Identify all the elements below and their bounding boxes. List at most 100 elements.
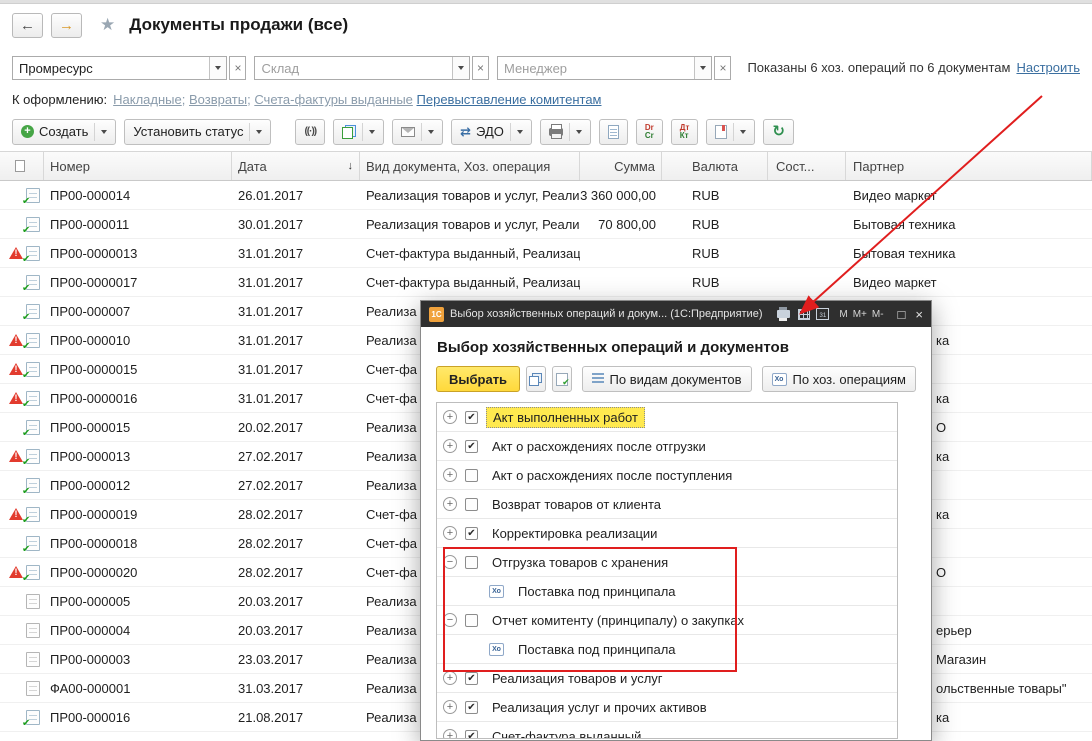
warehouse-dropdown-button[interactable] [451,57,469,79]
header-number[interactable]: Номер [44,152,232,180]
operation-checkbox[interactable]: ✔ [465,671,478,685]
expand-icon[interactable]: + [443,410,457,424]
manager-clear-button[interactable]: × [714,56,732,80]
memory-button[interactable]: M+ [853,309,867,320]
manager-dropdown-button[interactable] [694,57,712,79]
set-status-button[interactable]: Установить статус [124,118,272,145]
expand-icon[interactable]: + [443,729,457,738]
warehouse-clear-button[interactable]: × [471,56,489,80]
create-button[interactable]: + Создать [12,118,117,145]
chevron-down-icon [256,129,263,134]
select-button[interactable]: Выбрать [436,366,521,392]
1c-app-icon: 1С [429,306,444,322]
operation-checkbox[interactable]: ✔ [465,526,478,540]
collapse-icon[interactable]: − [443,613,457,627]
operation-item[interactable]: − Отчет комитенту (принципалу) о закупках [437,606,897,635]
cell-number: ПР00-000013 [50,448,131,464]
document-icon: ✔ [22,506,40,522]
maximize-button[interactable]: □ [898,308,906,321]
operation-item[interactable]: Хо Поставка под принципала [437,635,897,664]
related-documents-button[interactable] [333,118,385,145]
manager-filter-input[interactable] [497,57,695,79]
organization-dropdown-button[interactable] [209,57,227,79]
drcr-button[interactable]: Dr Cr [635,118,663,145]
quick-link[interactable]: Возвраты [189,92,247,107]
edo-button[interactable]: ⇄ ЭДО [451,118,532,145]
send-button[interactable] [392,118,444,145]
operation-item[interactable]: + ✔ Реализация услуг и прочих активов [437,693,897,722]
header-partner[interactable]: Партнер [846,152,1092,180]
quick-link[interactable]: Счета-фактуры выданные [254,92,413,107]
operation-checkbox[interactable] [465,555,478,569]
dtkt-button[interactable]: Дт Кт [670,118,699,145]
separator: ; [181,92,189,107]
cell-date: 28.02.2017 [238,564,304,580]
header-doc-type[interactable]: Вид документа, Хоз. операция [360,152,580,180]
header-sum[interactable]: Сумма [580,152,662,180]
table-row[interactable]: ! ✔ ПР00-0000013 31.01.2017 Счет-фактура выд… [0,239,1092,268]
operation-item[interactable]: Хо Поставка под принципала [437,577,897,606]
cell-date: 20.03.2017 [238,622,304,638]
document-icon [26,651,40,667]
print-icon[interactable] [777,307,791,321]
operation-checkbox[interactable]: ✔ [465,729,478,738]
back-button[interactable]: ← [12,12,43,38]
by-doc-types-toggle[interactable]: По видам документов [581,366,752,392]
operation-item[interactable]: + ✔ Реализация товаров и услуг [437,664,897,693]
quick-link[interactable]: Накладные [113,92,182,107]
organization-filter-input[interactable] [13,57,210,79]
operation-item[interactable]: + ✔ Корректировка реализации [437,519,897,548]
selection-dialog: 1С Выбор хозяйственных операций и докум.… [420,300,932,741]
expand-icon[interactable]: + [443,671,457,685]
forward-button[interactable]: → [51,12,82,38]
register-button[interactable] [706,118,756,145]
expand-icon[interactable]: + [443,700,457,714]
manager-filter: × [496,56,732,80]
operation-checkbox[interactable]: ✔ [465,439,478,453]
operation-checkbox[interactable]: ✔ [465,410,478,424]
print-button[interactable] [539,118,591,145]
by-operations-toggle[interactable]: Хо По хоз. операциям [761,366,916,392]
configure-link[interactable]: Настроить [1016,56,1080,75]
cell-partner: Видео маркет [853,187,937,203]
operation-item[interactable]: + ✔ Акт выполненных работ [437,403,897,432]
discussion-button[interactable]: ((·)) [295,118,326,145]
calendar-icon[interactable]: 31 [816,308,830,320]
header-status[interactable]: Сост... [768,152,846,180]
warehouse-filter-input[interactable] [255,57,452,79]
operation-item[interactable]: + Возврат товаров от клиента [437,490,897,519]
table-row[interactable]: ✔ ПР00-000011 30.01.2017 Реализация товаров… [0,210,1092,239]
operation-item[interactable]: + ✔ Счет-фактура выданный [437,722,897,738]
memory-button[interactable]: M [839,309,847,320]
dialog-titlebar[interactable]: 1С Выбор хозяйственных операций и докум.… [421,301,931,327]
expand-icon[interactable]: + [443,439,457,453]
printer-icon [548,123,563,139]
expand-icon[interactable]: + [443,468,457,482]
favorite-star-icon[interactable]: ★ [100,15,115,35]
operation-checkbox[interactable] [465,613,478,627]
organization-clear-button[interactable]: × [229,56,247,80]
quick-link[interactable]: Перевыставление комитентам [417,92,602,107]
operation-checkbox[interactable] [465,468,478,482]
operation-checkbox[interactable] [465,497,478,511]
header-currency[interactable]: Валюта [662,152,768,180]
operation-item[interactable]: + ✔ Акт о расхождениях после отгрузки [437,432,897,461]
header-date[interactable]: Дата ↓ [232,152,360,180]
copy-button[interactable] [526,366,546,392]
reports-button[interactable] [598,118,628,145]
operation-checkbox[interactable]: ✔ [465,700,478,714]
header-icon-column[interactable] [0,152,44,180]
check-all-button[interactable] [551,366,572,392]
refresh-button[interactable]: ↻ [763,118,794,145]
operation-item[interactable]: + Акт о расхождениях после поступления [437,461,897,490]
operation-item[interactable]: − Отгрузка товаров с хранения [437,548,897,577]
collapse-icon[interactable]: − [443,555,457,569]
expand-icon[interactable]: + [443,497,457,511]
close-button[interactable]: × [915,308,923,321]
memory-button[interactable]: M- [872,309,884,320]
warning-icon: ! [9,450,23,462]
table-row[interactable]: ✔ ПР00-000014 26.01.2017 Реализация товаров… [0,181,1092,210]
table-icon[interactable] [798,308,811,320]
table-row[interactable]: ✔ ПР00-0000017 31.01.2017 Счет-фактура выда… [0,268,1092,297]
expand-icon[interactable]: + [443,526,457,540]
